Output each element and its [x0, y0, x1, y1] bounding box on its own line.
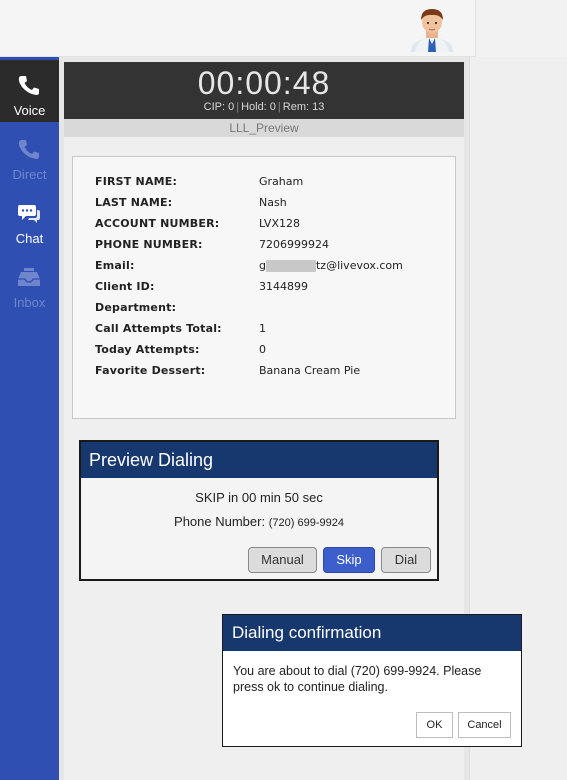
sidebar-item-label: Chat	[15, 231, 44, 246]
sidebar: Voice Direct Chat Inbox	[0, 57, 59, 780]
field-value: Banana Cream Pie	[259, 364, 361, 377]
cip-count: CIP: 0	[203, 101, 235, 113]
field-value: g tz@livevox.com	[259, 259, 459, 272]
call-timer: 00:00:48	[197, 65, 331, 101]
field-label: FIRST NAME:	[95, 175, 178, 188]
email-suffix: tz@livevox.com	[315, 259, 403, 272]
field-label: LAST NAME:	[95, 196, 173, 209]
phone-value: (720) 699-9924	[268, 517, 344, 529]
ok-button[interactable]: OK	[416, 712, 453, 738]
phone-icon	[18, 140, 39, 159]
chat-icon	[18, 205, 40, 223]
field-label: PHONE NUMBER:	[95, 238, 203, 251]
sidebar-item-inbox[interactable]: Inbox	[0, 252, 59, 314]
dial-button[interactable]: Dial	[381, 547, 431, 573]
email-prefix: g	[259, 259, 266, 272]
cancel-button[interactable]: Cancel	[458, 712, 511, 738]
field-label: Call Attempts Total:	[95, 322, 222, 335]
call-timer-panel: 00:00:48 CIP: 0 | Hold: 0 | Rem: 13	[64, 62, 464, 119]
field-value: LVX128	[259, 217, 300, 230]
field-value: 1	[259, 322, 266, 335]
redaction-block	[265, 260, 316, 272]
skip-button[interactable]: Skip	[323, 547, 375, 573]
sidebar-item-label: Inbox	[13, 295, 46, 310]
sidebar-item-label: Direct	[12, 167, 47, 182]
call-stats: CIP: 0 | Hold: 0 | Rem: 13	[203, 101, 325, 113]
field-label: ACCOUNT NUMBER:	[95, 217, 220, 230]
preview-dialing-title: Preview Dialing	[81, 442, 437, 478]
phone-icon	[18, 76, 39, 95]
manual-button[interactable]: Manual	[248, 547, 317, 573]
preview-dialing-panel: Preview Dialing SKIP in 00 min 50 sec Ph…	[79, 440, 439, 581]
field-value: 3144899	[259, 280, 308, 293]
sidebar-item-label: Voice	[13, 103, 46, 118]
user-avatar-icon[interactable]	[409, 4, 455, 52]
field-value: Graham	[259, 175, 304, 188]
preview-phone: Phone Number: (720) 699-9924	[81, 514, 437, 529]
rem-count: Rem: 13	[282, 101, 325, 113]
top-bar	[0, 0, 476, 57]
field-label: Email:	[95, 259, 135, 272]
sidebar-item-chat[interactable]: Chat	[0, 188, 59, 250]
phone-label: Phone Number:	[174, 514, 266, 529]
field-value: 7206999924	[259, 238, 329, 251]
field-label: Department:	[95, 301, 177, 314]
field-label: Favorite Dessert:	[95, 364, 206, 377]
inbox-icon	[18, 268, 40, 286]
sidebar-item-voice[interactable]: Voice	[0, 60, 59, 122]
dialog-title: Dialing confirmation	[223, 615, 521, 651]
hold-count: Hold: 0	[241, 101, 276, 113]
campaign-name: LLL_Preview	[64, 119, 464, 137]
field-label: Client ID:	[95, 280, 155, 293]
field-value: 0	[259, 343, 266, 356]
skip-countdown: SKIP in 00 min 50 sec	[195, 490, 323, 505]
dialog-message: You are about to dial (720) 699-9924. Pl…	[233, 664, 482, 694]
field-value: Nash	[259, 196, 287, 209]
sidebar-item-direct[interactable]: Direct	[0, 124, 59, 186]
field-label: Today Attempts:	[95, 343, 200, 356]
dialing-confirmation-dialog: Dialing confirmation You are about to di…	[222, 614, 522, 747]
